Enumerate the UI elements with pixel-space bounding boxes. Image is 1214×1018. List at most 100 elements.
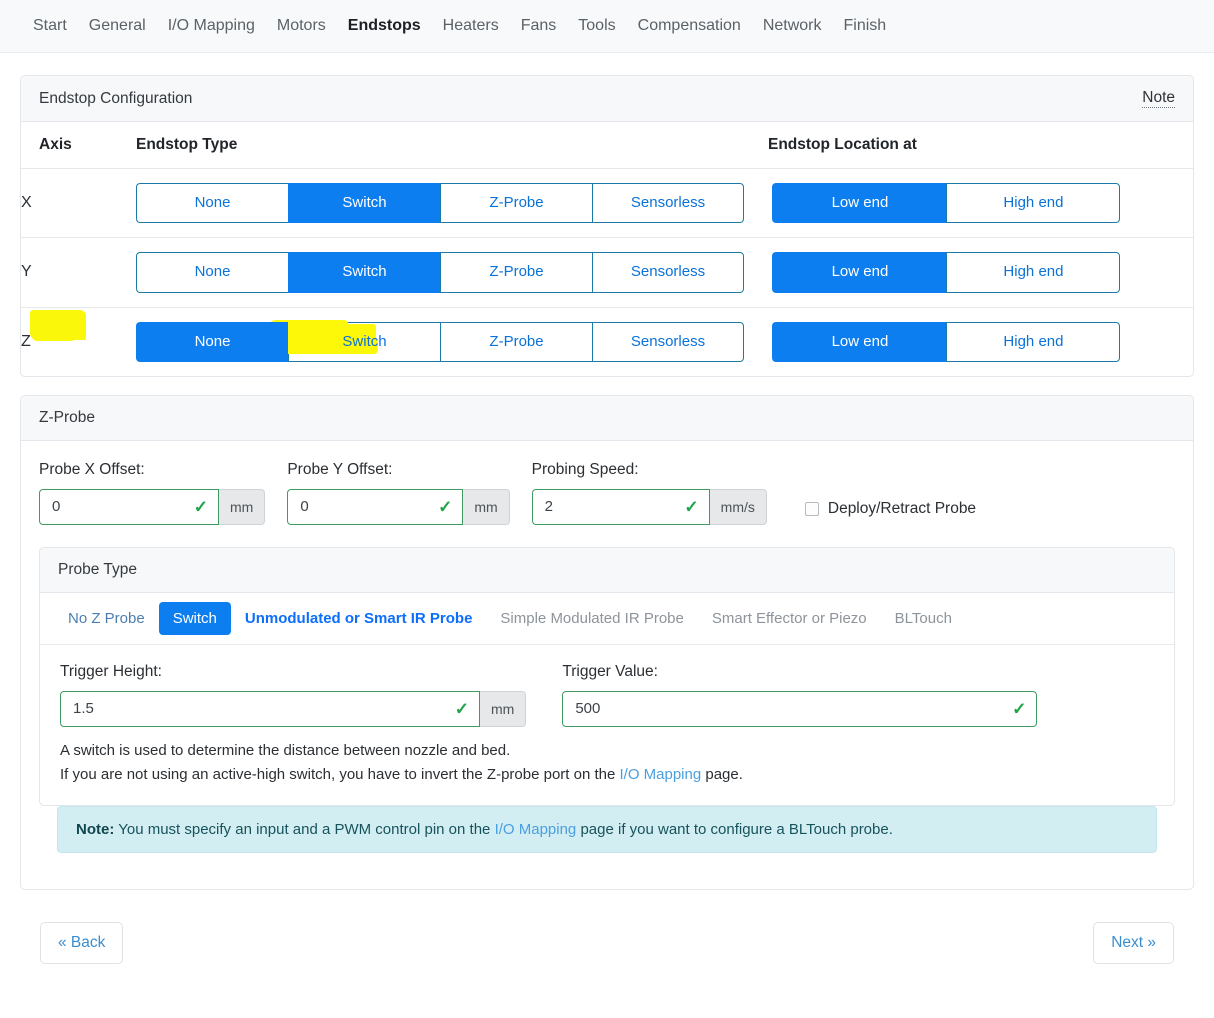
endstop-type-z-sensorless[interactable]: Sensorless	[592, 321, 744, 362]
deploy-retract-probe-checkbox[interactable]	[804, 501, 819, 516]
probe-x-offset-input-group: 0 ✓ mm	[39, 488, 266, 525]
nav-item-endstops[interactable]: Endstops	[337, 18, 432, 34]
nav-item-tools[interactable]: Tools	[567, 18, 626, 34]
endstop-type-group-x: None Switch Z-Probe Sensorless	[136, 183, 744, 224]
probe-x-offset-label: Probe X Offset:	[39, 460, 145, 478]
nav-item-fans[interactable]: Fans	[510, 18, 568, 34]
trigger-value-field: Trigger Value: 500 ✓	[562, 662, 1038, 727]
table-header-row: Axis Endstop Type Endstop Location at	[21, 122, 1193, 169]
valid-check-icon: ✓	[454, 699, 469, 719]
back-button[interactable]: « Back	[40, 922, 124, 965]
deploy-retract-probe-label: Deploy/Retract Probe	[827, 499, 977, 517]
trigger-value-input[interactable]: 500 ✓	[562, 690, 1038, 727]
zprobe-card-title: Z-Probe	[39, 408, 95, 426]
tab-bltouch[interactable]: BLTouch	[881, 602, 966, 635]
endstop-type-z-switch[interactable]: Switch	[264, 319, 440, 362]
endstop-type-y-zprobe[interactable]: Z-Probe	[440, 252, 592, 293]
description-line-2-suffix: page.	[701, 766, 743, 784]
probe-y-offset-input-group: 0 ✓ mm	[287, 488, 510, 525]
next-button[interactable]: Next »	[1093, 922, 1174, 965]
valid-check-icon: ✓	[684, 497, 699, 517]
trigger-height-label: Trigger Height:	[60, 662, 162, 680]
nav-item-io-mapping[interactable]: I/O Mapping	[157, 18, 266, 34]
endstop-type-x-zprobe[interactable]: Z-Probe	[440, 183, 592, 224]
endstop-type-z-none[interactable]: None	[136, 321, 288, 362]
zprobe-card: Z-Probe Probe X Offset: 0 ✓ mm Probe Y O…	[20, 394, 1194, 891]
io-mapping-link[interactable]: I/O Mapping	[619, 766, 701, 783]
endstop-location-z-low-end[interactable]: Low end	[772, 321, 947, 362]
main-navigation: Start General I/O Mapping Motors Endstop…	[0, 0, 1214, 53]
nav-item-heaters[interactable]: Heaters	[432, 18, 510, 34]
nav-item-compensation[interactable]: Compensation	[627, 18, 752, 34]
valid-check-icon: ✓	[193, 497, 208, 517]
nav-item-finish[interactable]: Finish	[833, 18, 898, 34]
endstop-location-z-high-end[interactable]: High end	[946, 321, 1121, 362]
probe-x-offset-unit: mm	[219, 488, 266, 525]
probe-offsets-row: Probe X Offset: 0 ✓ mm Probe Y Offset: 0	[39, 461, 1175, 525]
table-row: X None Switch Z-Probe Sensorless Low end…	[21, 168, 1193, 239]
probe-y-offset-unit: mm	[463, 488, 510, 525]
tab-switch[interactable]: Switch	[158, 601, 231, 635]
probe-y-offset-label: Probe Y Offset:	[287, 460, 393, 478]
trigger-value-value: 500	[575, 700, 601, 718]
endstop-type-y-sensorless[interactable]: Sensorless	[592, 252, 744, 293]
endstop-type-x-switch[interactable]: Switch	[288, 183, 440, 224]
probing-speed-input[interactable]: 2 ✓	[531, 488, 710, 525]
nav-item-motors[interactable]: Motors	[266, 18, 337, 34]
nav-item-start[interactable]: Start	[22, 18, 78, 34]
probe-y-offset-input[interactable]: 0 ✓	[287, 488, 464, 525]
endstop-type-x-sensorless[interactable]: Sensorless	[592, 183, 744, 224]
deploy-retract-probe-row[interactable]: Deploy/Retract Probe	[804, 499, 977, 525]
tab-unmodulated-or-smart-ir-probe[interactable]: Unmodulated or Smart IR Probe	[231, 602, 487, 635]
tab-smart-effector-or-piezo[interactable]: Smart Effector or Piezo	[698, 602, 881, 635]
probing-speed-unit: mm/s	[709, 488, 767, 525]
probe-type-tabs: No Z Probe Switch Unmodulated or Smart I…	[40, 593, 1174, 645]
endstop-type-y-switch[interactable]: Switch	[288, 252, 440, 293]
endstop-type-y-none[interactable]: None	[136, 252, 288, 293]
probe-x-offset-input[interactable]: 0 ✓	[39, 488, 219, 525]
probe-x-offset-value: 0	[52, 498, 61, 516]
endstop-location-y-high-end[interactable]: High end	[946, 252, 1121, 293]
axis-label-y: Y	[21, 263, 32, 281]
endstop-location-x-low-end[interactable]: Low end	[772, 183, 947, 224]
probe-x-offset-field: Probe X Offset: 0 ✓ mm	[39, 460, 266, 525]
column-header-axis: Axis	[21, 122, 136, 169]
row-controls-y: None Switch Z-Probe Sensorless Low end H…	[136, 237, 1193, 308]
probe-type-card: Probe Type No Z Probe Switch Unmodulated…	[39, 546, 1175, 807]
highlighter-mark-axis-z	[30, 309, 86, 341]
endstop-location-x-high-end[interactable]: High end	[946, 183, 1121, 224]
endstop-location-group-x: Low end High end	[772, 183, 1121, 224]
probe-y-offset-field: Probe Y Offset: 0 ✓ mm	[287, 460, 510, 525]
probe-type-description: A switch is used to determine the distan…	[40, 733, 1174, 806]
alert-note-text-a: You must specify an input and a PWM cont…	[114, 821, 495, 839]
tab-no-z-probe[interactable]: No Z Probe	[54, 602, 159, 635]
trigger-height-value: 1.5	[73, 700, 94, 718]
endstop-type-z-zprobe[interactable]: Z-Probe	[440, 321, 592, 362]
table-row: Y None Switch Z-Probe Sensorless Low end…	[21, 237, 1193, 308]
endstop-location-group-z: Low end High end	[772, 321, 1121, 362]
axis-cell-z: Z	[21, 307, 136, 376]
nav-item-general[interactable]: General	[78, 18, 157, 34]
zprobe-card-body: Probe X Offset: 0 ✓ mm Probe Y Offset: 0	[21, 441, 1193, 890]
trigger-height-field: Trigger Height: 1.5 ✓ mm	[60, 662, 527, 727]
io-mapping-link[interactable]: I/O Mapping	[495, 821, 577, 838]
tab-simple-modulated-ir-probe[interactable]: Simple Modulated IR Probe	[486, 602, 697, 635]
endstop-type-group-z: None Switch Z-Probe Sensorless	[136, 319, 744, 362]
endstop-type-group-y: None Switch Z-Probe Sensorless	[136, 252, 744, 293]
note-tooltip-link[interactable]: Note	[1142, 89, 1175, 108]
axis-label-x: X	[21, 194, 32, 212]
probe-type-header: Probe Type	[40, 547, 1174, 593]
endstop-location-y-low-end[interactable]: Low end	[772, 252, 947, 293]
trigger-value-label: Trigger Value:	[562, 662, 658, 680]
table-row: Z None Switch Z-Probe Sensorless Low end…	[21, 307, 1193, 376]
endstop-type-z-switch-label: Switch	[342, 332, 387, 350]
zprobe-card-header: Z-Probe	[21, 395, 1193, 441]
endstop-type-x-none[interactable]: None	[136, 183, 288, 224]
alert-note-text-b: page if you want to configure a BLTouch …	[576, 821, 893, 839]
description-line-2-prefix: If you are not using an active-high swit…	[60, 766, 620, 784]
description-line-2: If you are not using an active-high swit…	[60, 763, 1154, 787]
trigger-height-input[interactable]: 1.5 ✓	[60, 690, 480, 727]
nav-item-network[interactable]: Network	[752, 18, 833, 34]
trigger-settings-area: Trigger Height: 1.5 ✓ mm Trigger Value:	[40, 645, 1174, 733]
trigger-height-unit: mm	[480, 690, 527, 727]
